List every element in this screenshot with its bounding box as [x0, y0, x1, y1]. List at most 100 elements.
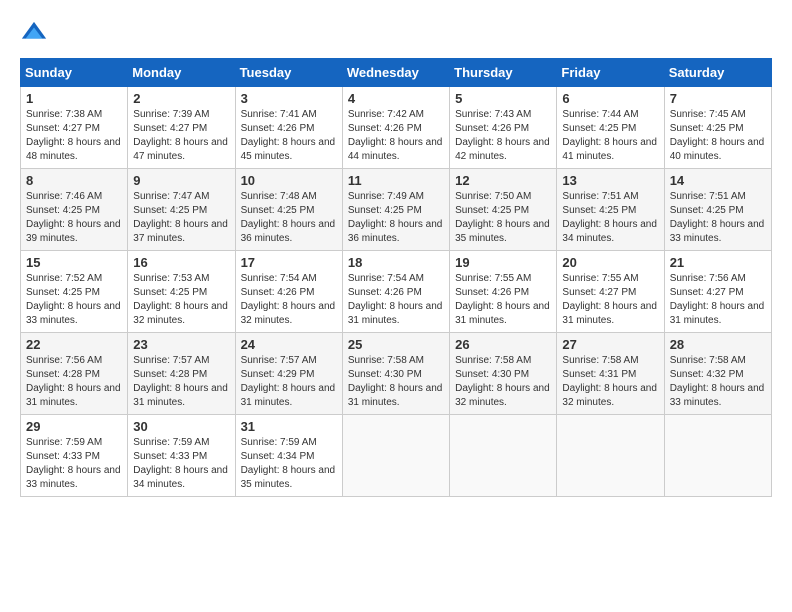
calendar-cell: 17 Sunrise: 7:54 AM Sunset: 4:26 PM Dayl…: [235, 251, 342, 333]
weekday-header: Wednesday: [342, 59, 449, 87]
calendar-cell: 7 Sunrise: 7:45 AM Sunset: 4:25 PM Dayli…: [664, 87, 771, 169]
calendar-cell: 12 Sunrise: 7:50 AM Sunset: 4:25 PM Dayl…: [450, 169, 557, 251]
day-info: Sunrise: 7:59 AM Sunset: 4:34 PM Dayligh…: [241, 436, 337, 492]
calendar-cell: 20 Sunrise: 7:55 AM Sunset: 4:27 PM Dayl…: [557, 251, 664, 333]
calendar-cell: 2 Sunrise: 7:39 AM Sunset: 4:27 PM Dayli…: [128, 87, 235, 169]
day-info: Sunrise: 7:58 AM Sunset: 4:30 PM Dayligh…: [455, 354, 551, 410]
calendar-cell: 18 Sunrise: 7:54 AM Sunset: 4:26 PM Dayl…: [342, 251, 449, 333]
day-info: Sunrise: 7:39 AM Sunset: 4:27 PM Dayligh…: [133, 108, 229, 164]
day-number: 3: [241, 91, 337, 106]
day-number: 28: [670, 337, 766, 352]
calendar-week-row: 1 Sunrise: 7:38 AM Sunset: 4:27 PM Dayli…: [21, 87, 772, 169]
day-number: 30: [133, 419, 229, 434]
calendar-cell: 19 Sunrise: 7:55 AM Sunset: 4:26 PM Dayl…: [450, 251, 557, 333]
day-info: Sunrise: 7:55 AM Sunset: 4:26 PM Dayligh…: [455, 272, 551, 328]
day-number: 7: [670, 91, 766, 106]
calendar-cell: 21 Sunrise: 7:56 AM Sunset: 4:27 PM Dayl…: [664, 251, 771, 333]
calendar-cell: 1 Sunrise: 7:38 AM Sunset: 4:27 PM Dayli…: [21, 87, 128, 169]
calendar-cell: 29 Sunrise: 7:59 AM Sunset: 4:33 PM Dayl…: [21, 415, 128, 497]
calendar-cell: 9 Sunrise: 7:47 AM Sunset: 4:25 PM Dayli…: [128, 169, 235, 251]
calendar-cell: 10 Sunrise: 7:48 AM Sunset: 4:25 PM Dayl…: [235, 169, 342, 251]
day-info: Sunrise: 7:57 AM Sunset: 4:28 PM Dayligh…: [133, 354, 229, 410]
calendar-cell: 3 Sunrise: 7:41 AM Sunset: 4:26 PM Dayli…: [235, 87, 342, 169]
calendar-cell: 25 Sunrise: 7:58 AM Sunset: 4:30 PM Dayl…: [342, 333, 449, 415]
day-info: Sunrise: 7:51 AM Sunset: 4:25 PM Dayligh…: [670, 190, 766, 246]
calendar-cell: [557, 415, 664, 497]
day-info: Sunrise: 7:57 AM Sunset: 4:29 PM Dayligh…: [241, 354, 337, 410]
day-number: 4: [348, 91, 444, 106]
day-number: 21: [670, 255, 766, 270]
calendar-cell: 22 Sunrise: 7:56 AM Sunset: 4:28 PM Dayl…: [21, 333, 128, 415]
calendar-week-row: 29 Sunrise: 7:59 AM Sunset: 4:33 PM Dayl…: [21, 415, 772, 497]
calendar-cell: 16 Sunrise: 7:53 AM Sunset: 4:25 PM Dayl…: [128, 251, 235, 333]
weekday-header: Friday: [557, 59, 664, 87]
day-info: Sunrise: 7:43 AM Sunset: 4:26 PM Dayligh…: [455, 108, 551, 164]
calendar-header-row: SundayMondayTuesdayWednesdayThursdayFrid…: [21, 59, 772, 87]
calendar-cell: 11 Sunrise: 7:49 AM Sunset: 4:25 PM Dayl…: [342, 169, 449, 251]
calendar-week-row: 8 Sunrise: 7:46 AM Sunset: 4:25 PM Dayli…: [21, 169, 772, 251]
day-number: 22: [26, 337, 122, 352]
day-number: 8: [26, 173, 122, 188]
calendar-table: SundayMondayTuesdayWednesdayThursdayFrid…: [20, 58, 772, 497]
day-info: Sunrise: 7:42 AM Sunset: 4:26 PM Dayligh…: [348, 108, 444, 164]
day-info: Sunrise: 7:48 AM Sunset: 4:25 PM Dayligh…: [241, 190, 337, 246]
weekday-header: Thursday: [450, 59, 557, 87]
weekday-header: Monday: [128, 59, 235, 87]
weekday-header: Saturday: [664, 59, 771, 87]
day-info: Sunrise: 7:41 AM Sunset: 4:26 PM Dayligh…: [241, 108, 337, 164]
day-info: Sunrise: 7:46 AM Sunset: 4:25 PM Dayligh…: [26, 190, 122, 246]
calendar-cell: 4 Sunrise: 7:42 AM Sunset: 4:26 PM Dayli…: [342, 87, 449, 169]
day-info: Sunrise: 7:58 AM Sunset: 4:30 PM Dayligh…: [348, 354, 444, 410]
day-number: 10: [241, 173, 337, 188]
day-number: 12: [455, 173, 551, 188]
calendar-cell: 27 Sunrise: 7:58 AM Sunset: 4:31 PM Dayl…: [557, 333, 664, 415]
day-number: 16: [133, 255, 229, 270]
day-info: Sunrise: 7:52 AM Sunset: 4:25 PM Dayligh…: [26, 272, 122, 328]
day-number: 23: [133, 337, 229, 352]
logo: [20, 20, 52, 48]
day-number: 11: [348, 173, 444, 188]
calendar-cell: 5 Sunrise: 7:43 AM Sunset: 4:26 PM Dayli…: [450, 87, 557, 169]
page-header: [20, 20, 772, 48]
calendar-cell: 23 Sunrise: 7:57 AM Sunset: 4:28 PM Dayl…: [128, 333, 235, 415]
day-number: 17: [241, 255, 337, 270]
day-number: 27: [562, 337, 658, 352]
day-info: Sunrise: 7:56 AM Sunset: 4:27 PM Dayligh…: [670, 272, 766, 328]
day-number: 18: [348, 255, 444, 270]
day-number: 9: [133, 173, 229, 188]
day-number: 25: [348, 337, 444, 352]
day-info: Sunrise: 7:47 AM Sunset: 4:25 PM Dayligh…: [133, 190, 229, 246]
calendar-cell: [450, 415, 557, 497]
calendar-week-row: 22 Sunrise: 7:56 AM Sunset: 4:28 PM Dayl…: [21, 333, 772, 415]
day-info: Sunrise: 7:53 AM Sunset: 4:25 PM Dayligh…: [133, 272, 229, 328]
day-info: Sunrise: 7:59 AM Sunset: 4:33 PM Dayligh…: [133, 436, 229, 492]
day-info: Sunrise: 7:59 AM Sunset: 4:33 PM Dayligh…: [26, 436, 122, 492]
weekday-header: Tuesday: [235, 59, 342, 87]
calendar-cell: 28 Sunrise: 7:58 AM Sunset: 4:32 PM Dayl…: [664, 333, 771, 415]
day-number: 31: [241, 419, 337, 434]
day-number: 2: [133, 91, 229, 106]
calendar-cell: 31 Sunrise: 7:59 AM Sunset: 4:34 PM Dayl…: [235, 415, 342, 497]
day-info: Sunrise: 7:54 AM Sunset: 4:26 PM Dayligh…: [241, 272, 337, 328]
calendar-cell: 14 Sunrise: 7:51 AM Sunset: 4:25 PM Dayl…: [664, 169, 771, 251]
day-info: Sunrise: 7:49 AM Sunset: 4:25 PM Dayligh…: [348, 190, 444, 246]
calendar-cell: 13 Sunrise: 7:51 AM Sunset: 4:25 PM Dayl…: [557, 169, 664, 251]
day-info: Sunrise: 7:58 AM Sunset: 4:32 PM Dayligh…: [670, 354, 766, 410]
calendar-cell: 30 Sunrise: 7:59 AM Sunset: 4:33 PM Dayl…: [128, 415, 235, 497]
day-info: Sunrise: 7:50 AM Sunset: 4:25 PM Dayligh…: [455, 190, 551, 246]
calendar-cell: [342, 415, 449, 497]
calendar-cell: 26 Sunrise: 7:58 AM Sunset: 4:30 PM Dayl…: [450, 333, 557, 415]
day-number: 24: [241, 337, 337, 352]
day-info: Sunrise: 7:56 AM Sunset: 4:28 PM Dayligh…: [26, 354, 122, 410]
day-number: 19: [455, 255, 551, 270]
calendar-cell: 8 Sunrise: 7:46 AM Sunset: 4:25 PM Dayli…: [21, 169, 128, 251]
calendar-week-row: 15 Sunrise: 7:52 AM Sunset: 4:25 PM Dayl…: [21, 251, 772, 333]
day-info: Sunrise: 7:55 AM Sunset: 4:27 PM Dayligh…: [562, 272, 658, 328]
logo-icon: [20, 20, 48, 48]
day-number: 29: [26, 419, 122, 434]
day-info: Sunrise: 7:38 AM Sunset: 4:27 PM Dayligh…: [26, 108, 122, 164]
day-number: 6: [562, 91, 658, 106]
calendar-cell: 15 Sunrise: 7:52 AM Sunset: 4:25 PM Dayl…: [21, 251, 128, 333]
day-number: 5: [455, 91, 551, 106]
day-number: 15: [26, 255, 122, 270]
